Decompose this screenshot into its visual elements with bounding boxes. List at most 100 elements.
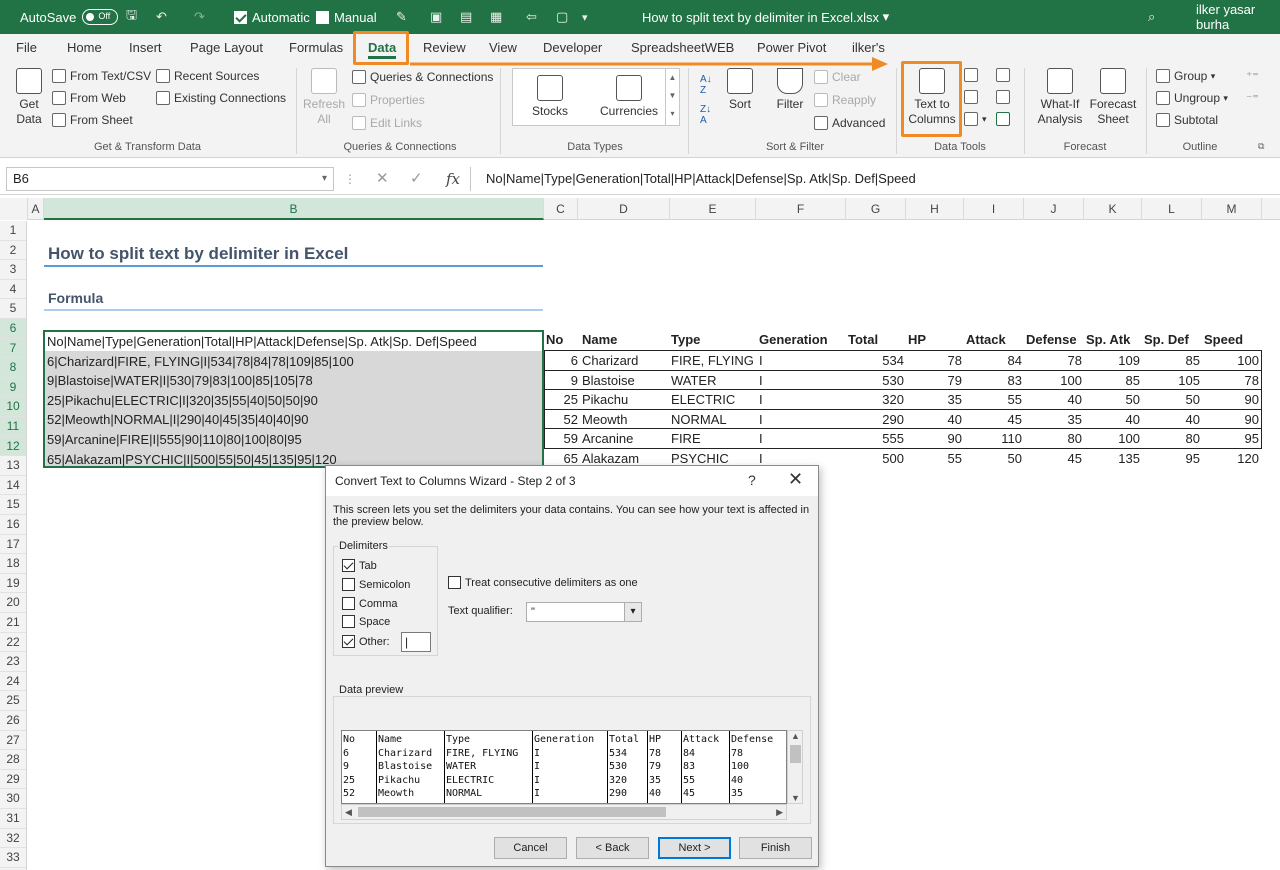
scroll-down-icon[interactable]: ▼ xyxy=(791,793,800,803)
advanced-button[interactable]: Advanced xyxy=(814,116,885,130)
table-cell[interactable]: 50 xyxy=(1142,390,1200,409)
layout2-icon[interactable]: ▤ xyxy=(460,0,472,34)
from-text-csv-button[interactable]: From Text/CSV xyxy=(52,69,151,83)
raw-data-cell[interactable]: 25|Pikachu|ELECTRIC|I|320|35|55|40|50|50… xyxy=(47,391,318,410)
relationships-button[interactable] xyxy=(996,90,1014,104)
next-button[interactable]: Next > xyxy=(658,837,731,859)
row-header[interactable]: 30 xyxy=(0,789,26,809)
consecutive-checkbox[interactable] xyxy=(448,576,461,589)
table-cell[interactable]: Pikachu xyxy=(582,390,628,409)
tab-page-layout[interactable]: Page Layout xyxy=(190,34,263,62)
table-cell[interactable]: 25 xyxy=(546,390,578,409)
space-checkbox[interactable] xyxy=(342,615,355,628)
customize-icon[interactable]: ▾ xyxy=(582,0,588,34)
column-header[interactable]: H xyxy=(906,198,964,220)
table-cell[interactable]: 109 xyxy=(1082,351,1140,370)
help-button[interactable]: ? xyxy=(748,472,756,488)
name-box[interactable]: B6 xyxy=(6,167,334,191)
table-cell[interactable]: 40 xyxy=(1082,410,1140,429)
table-cell[interactable]: 78 xyxy=(904,351,962,370)
table-cell[interactable]: 90 xyxy=(904,429,962,448)
row-header[interactable]: 12 xyxy=(0,436,26,457)
row-header[interactable]: 25 xyxy=(0,691,26,711)
data-model-button[interactable] xyxy=(996,112,1014,126)
preview-column[interactable]: Generation I I I I xyxy=(532,731,594,803)
table-cell[interactable]: 90 xyxy=(1201,390,1259,409)
row-header[interactable]: 18 xyxy=(0,554,26,574)
column-header[interactable]: E xyxy=(670,198,756,220)
table-cell[interactable]: 100 xyxy=(1024,371,1082,390)
row-header[interactable]: 27 xyxy=(0,731,26,751)
preview-column[interactable]: HP 78 79 35 40 xyxy=(647,731,661,803)
table-cell[interactable]: 6 xyxy=(546,351,578,370)
row-header[interactable]: 29 xyxy=(0,770,26,790)
table-cell[interactable]: FIRE, FLYING xyxy=(671,351,754,370)
reapply-button[interactable]: Reapply xyxy=(814,93,876,107)
row-header[interactable]: 2 xyxy=(0,241,26,261)
column-header[interactable]: J xyxy=(1024,198,1084,220)
column-header[interactable]: A xyxy=(28,198,44,220)
column-header[interactable]: I xyxy=(964,198,1024,220)
preview-horizontal-scrollbar[interactable]: ◀ ▶ xyxy=(341,804,787,820)
table-cell[interactable]: 555 xyxy=(846,429,904,448)
table-cell[interactable]: Charizard xyxy=(582,351,638,370)
table-cell[interactable]: I xyxy=(759,429,763,448)
consecutive-option[interactable]: Treat consecutive delimiters as one xyxy=(448,576,638,589)
preview-column[interactable]: Defense 78 100 40 35 xyxy=(729,731,773,803)
row-header[interactable]: 14 xyxy=(0,476,26,496)
row-header[interactable]: 3 xyxy=(0,260,26,280)
tab-home[interactable]: Home xyxy=(67,34,102,62)
column-header[interactable]: F xyxy=(756,198,846,220)
back-icon[interactable]: ⇦ xyxy=(526,0,537,34)
row-header[interactable]: 11 xyxy=(0,417,26,437)
table-cell[interactable]: Arcanine xyxy=(582,429,633,448)
column-header[interactable]: B xyxy=(44,198,544,220)
table-cell[interactable]: 100 xyxy=(1082,429,1140,448)
table-cell[interactable]: 35 xyxy=(1024,410,1082,429)
column-header[interactable]: M xyxy=(1202,198,1262,220)
outline-launcher-icon[interactable]: ⧉ xyxy=(1258,141,1264,152)
table-cell[interactable]: 45 xyxy=(964,410,1022,429)
table-cell[interactable]: 45 xyxy=(1024,449,1082,468)
row-header[interactable]: 21 xyxy=(0,613,26,633)
cancel-button[interactable]: Cancel xyxy=(494,837,567,859)
enter-icon[interactable]: ✓ xyxy=(410,167,423,191)
table-cell[interactable]: I xyxy=(759,390,763,409)
sort-az-button[interactable]: A↓ Z xyxy=(700,74,712,96)
redo-icon[interactable]: ↷ xyxy=(194,0,205,34)
table-cell[interactable]: 95 xyxy=(1201,429,1259,448)
row-header[interactable]: 26 xyxy=(0,711,26,731)
row-header[interactable]: 6 xyxy=(0,319,26,339)
table-header-cell[interactable]: Speed xyxy=(1204,332,1243,347)
formula-input[interactable]: No|Name|Type|Generation|Total|HP|Attack|… xyxy=(486,167,916,191)
hide-detail-button[interactable]: ⁻⁼ xyxy=(1246,91,1259,105)
preview-column[interactable]: Name Charizard Blastoise Pikachu Meowth xyxy=(376,731,432,803)
row-header[interactable]: 28 xyxy=(0,750,26,770)
table-header-cell[interactable]: Defense xyxy=(1026,332,1077,347)
table-cell[interactable]: 500 xyxy=(846,449,904,468)
column-header[interactable]: G xyxy=(846,198,906,220)
table-cell[interactable]: WATER xyxy=(671,371,717,390)
what-if-button[interactable]: What-If Analysis xyxy=(1032,68,1088,127)
table-cell[interactable]: 9 xyxy=(546,371,578,390)
search-icon[interactable]: ⌕ xyxy=(1148,0,1155,34)
other-checkbox[interactable] xyxy=(342,635,355,648)
table-cell[interactable]: 78 xyxy=(1024,351,1082,370)
raw-data-cell[interactable]: 65|Alakazam|PSYCHIC|I|500|55|50|45|135|9… xyxy=(47,450,337,469)
raw-data-cell[interactable]: 52|Meowth|NORMAL|I|290|40|45|35|40|40|90 xyxy=(47,410,308,429)
horizontal-scroll-thumb[interactable] xyxy=(358,807,666,817)
column-header[interactable]: K xyxy=(1084,198,1142,220)
table-cell[interactable]: 52 xyxy=(546,410,578,429)
get-data-button[interactable]: Get Data xyxy=(10,68,48,127)
data-validation-button[interactable]: ▾ xyxy=(964,112,987,126)
table-header-cell[interactable]: Total xyxy=(848,332,878,347)
table-cell[interactable]: 100 xyxy=(1201,351,1259,370)
other-option[interactable]: Other: xyxy=(342,635,390,648)
comma-checkbox[interactable] xyxy=(342,597,355,610)
row-header[interactable]: 23 xyxy=(0,652,26,672)
table-header-cell[interactable]: Attack xyxy=(966,332,1006,347)
autosave[interactable]: AutoSave Off xyxy=(20,0,119,34)
row-header[interactable]: 17 xyxy=(0,535,26,555)
text-qualifier-select[interactable]: " xyxy=(526,602,642,622)
close-button[interactable]: ✕ xyxy=(788,469,803,490)
